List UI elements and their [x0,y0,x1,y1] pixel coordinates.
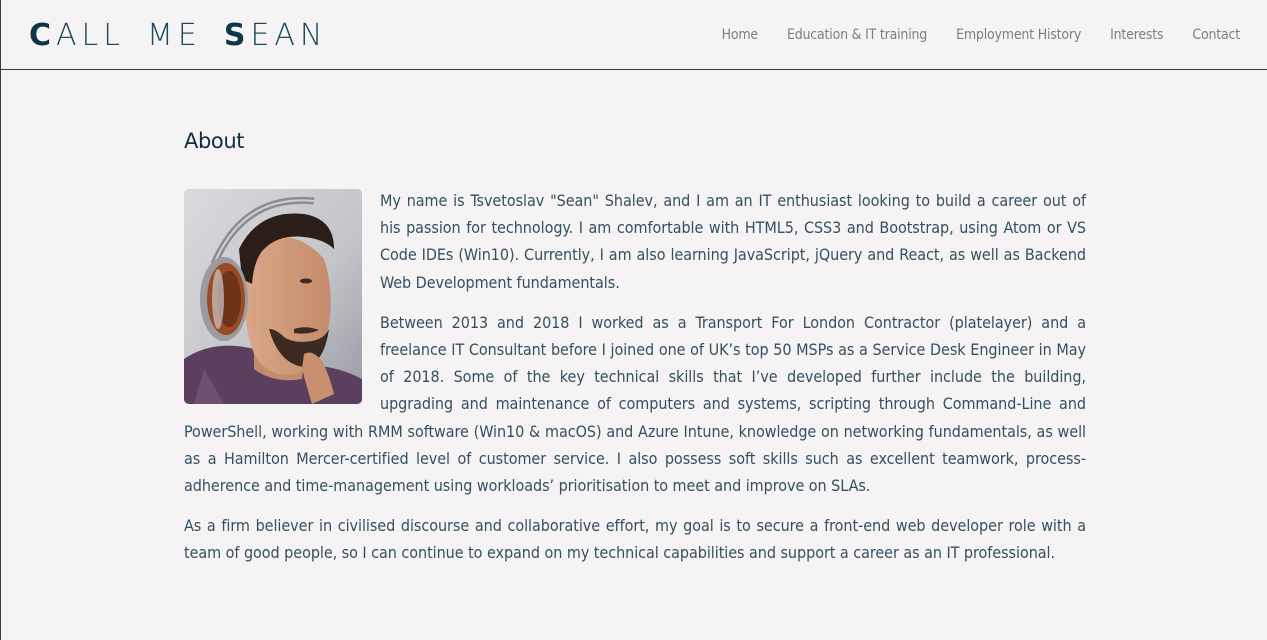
nav-employment-history[interactable]: Employment History [956,24,1081,46]
logo-word-me: ME [146,18,202,53]
site-logo[interactable]: CALL ME SEAN [29,17,327,55]
section-title: About [184,129,245,153]
about-content: My name is Tsvetoslav "Sean" Shalev, and… [184,187,1086,567]
logo-letter-s: S [223,18,251,53]
logo-letter-c: C [29,18,57,53]
logo-letters-all: ALL [56,18,125,53]
logo-letters-ean: EAN [250,18,328,53]
about-section: About My name is Tsvetoslav "Sean" Shale… [184,125,1086,580]
nav-education[interactable]: Education & IT training [787,24,927,46]
main-nav: Home Education & IT training Employment … [722,24,1241,46]
about-paragraph-3: As a firm believer in civilised discours… [184,516,1086,563]
logo-word-call: CALL [29,17,125,55]
profile-photo [184,189,362,404]
nav-interests[interactable]: Interests [1110,24,1163,46]
site-header: CALL ME SEAN Home Education & IT trainin… [1,0,1267,70]
profile-photo-illustration [184,189,362,404]
page: CALL ME SEAN Home Education & IT trainin… [0,0,1267,640]
nav-contact[interactable]: Contact [1192,24,1240,46]
nav-home[interactable]: Home [722,24,759,46]
logo-word-sean: SEAN [224,17,328,55]
